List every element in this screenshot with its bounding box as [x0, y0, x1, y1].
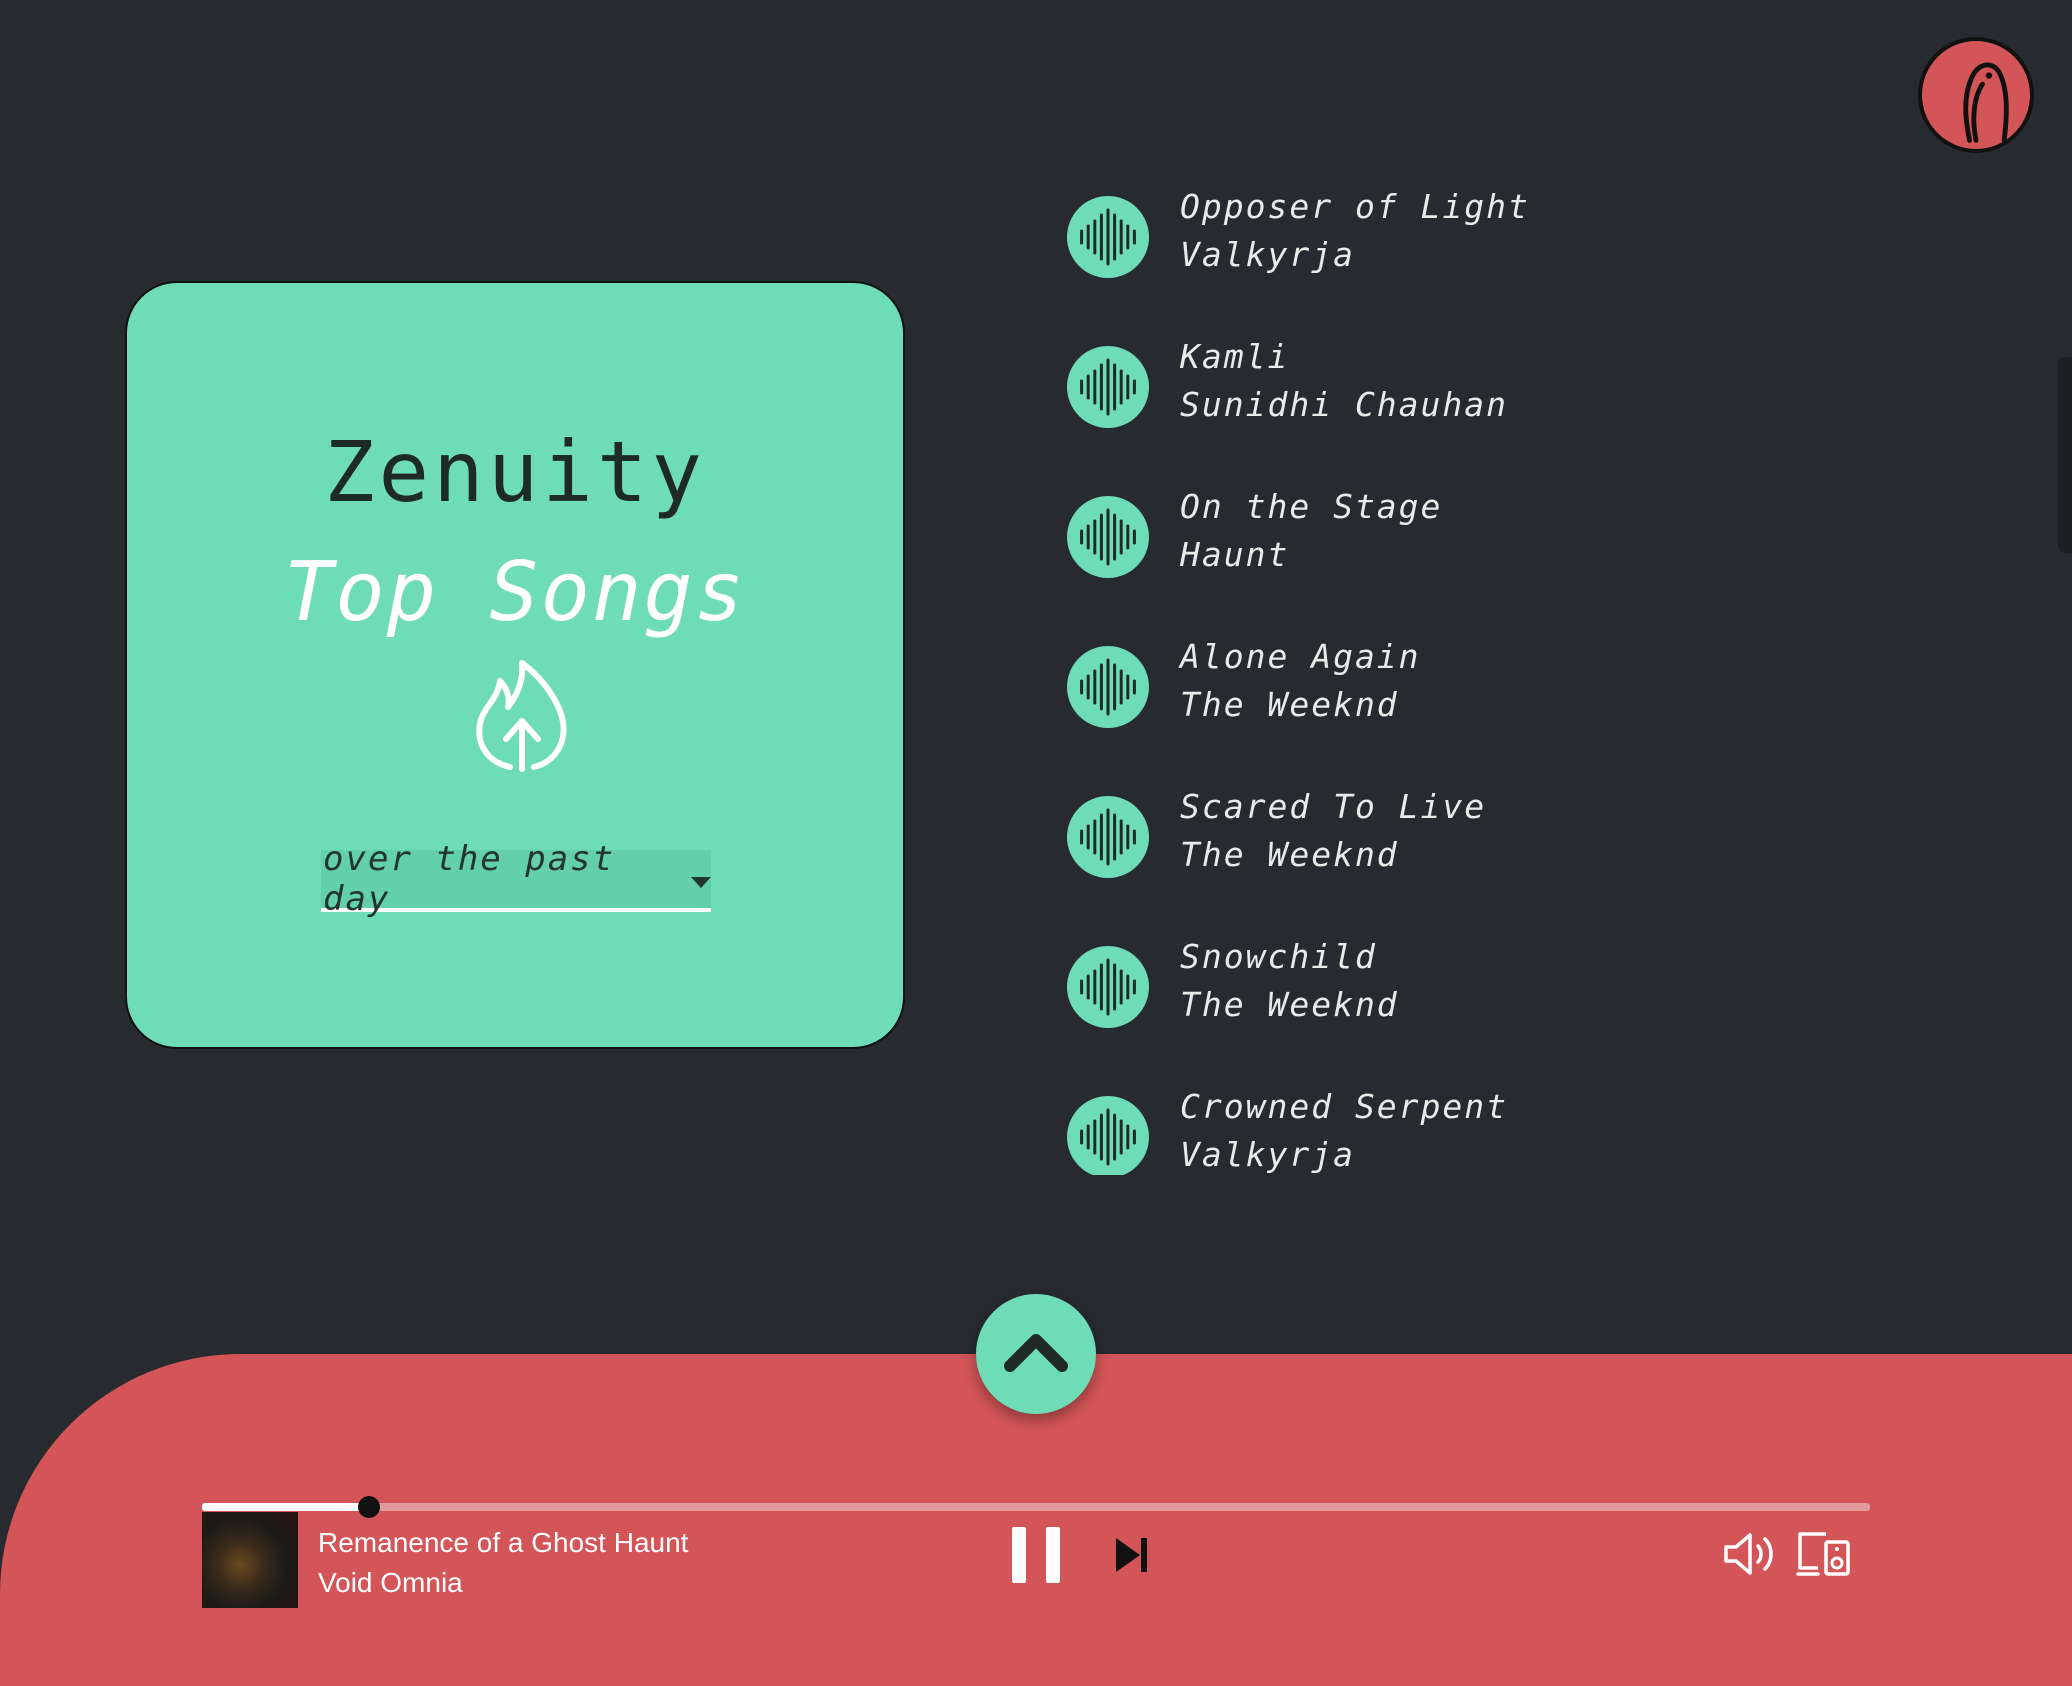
song-artist: The Weeknd: [1180, 685, 1399, 724]
song-title: Alone Again: [1180, 637, 1421, 676]
list-item[interactable]: On the Stage Haunt: [1067, 487, 1767, 613]
page-title: Top Songs: [283, 545, 747, 640]
song-artist: Valkyrja: [1180, 235, 1355, 274]
sound-wave-icon[interactable]: [1067, 1096, 1149, 1175]
song-artist: Sunidhi Chauhan: [1180, 385, 1509, 424]
song-title: Snowchild: [1180, 937, 1377, 976]
song-list[interactable]: Opposer of Light Valkyrja Kamli Sunidhi …: [1067, 193, 1767, 1175]
devices-icon[interactable]: [1796, 1530, 1852, 1578]
sound-wave-graphic: [1080, 658, 1136, 716]
chevron-up-icon: [1004, 1334, 1068, 1372]
sound-wave-graphic: [1080, 358, 1136, 416]
fire-arrow-icon: [476, 660, 567, 772]
skip-next-icon[interactable]: [1114, 1536, 1150, 1574]
sound-wave-graphic: [1080, 958, 1136, 1016]
now-playing-artist: Void Omnia: [318, 1567, 463, 1598]
now-playing-title: Remanence of a Ghost Haunt: [318, 1527, 689, 1558]
sound-wave-icon[interactable]: [1067, 346, 1149, 428]
sound-wave-icon[interactable]: [1067, 196, 1149, 278]
list-item[interactable]: Opposer of Light Valkyrja: [1067, 193, 1767, 313]
song-artist: The Weeknd: [1180, 985, 1399, 1024]
song-artist: Haunt: [1180, 535, 1290, 574]
sound-wave-graphic: [1080, 1108, 1136, 1166]
scrollbar[interactable]: [2058, 357, 2072, 553]
chevron-down-icon: [691, 876, 711, 888]
album-cover: [202, 1512, 298, 1608]
volume-icon[interactable]: [1722, 1530, 1776, 1578]
sound-wave-icon[interactable]: [1067, 496, 1149, 578]
song-title: Kamli: [1180, 337, 1290, 376]
song-title: Crowned Serpent: [1180, 1087, 1509, 1126]
app-logo-text: Zenuity: [323, 423, 706, 521]
expand-player-button[interactable]: [976, 1294, 1096, 1414]
bird-icon: [1963, 62, 2009, 143]
sound-wave-icon[interactable]: [1067, 796, 1149, 878]
list-item[interactable]: Kamli Sunidhi Chauhan: [1067, 337, 1767, 463]
progress-bar[interactable]: [202, 1496, 1870, 1518]
song-title: On the Stage: [1180, 487, 1443, 526]
list-item[interactable]: Alone Again The Weeknd: [1067, 637, 1767, 763]
sound-wave-icon[interactable]: [1067, 646, 1149, 728]
progress-handle[interactable]: [357, 1496, 380, 1518]
sound-wave-graphic: [1080, 808, 1136, 866]
list-item[interactable]: Snowchild The Weeknd: [1067, 937, 1767, 1063]
list-item[interactable]: Crowned Serpent Valkyrja: [1067, 1087, 1767, 1175]
sound-wave-icon[interactable]: [1067, 946, 1149, 1028]
profile-avatar[interactable]: [1918, 37, 2034, 153]
period-select[interactable]: over the past day: [321, 839, 711, 919]
pause-icon[interactable]: [1010, 1527, 1062, 1583]
list-item[interactable]: Scared To Live The Weeknd: [1067, 787, 1767, 913]
top-songs-card: Zenuity Top Songs over the past day: [125, 281, 905, 1049]
period-select-value: over the past day: [323, 839, 616, 919]
song-artist: Valkyrja: [1180, 1135, 1355, 1174]
progress-fill: [202, 1503, 369, 1511]
song-title: Scared To Live: [1180, 787, 1487, 826]
song-artist: The Weeknd: [1180, 835, 1399, 874]
song-title: Opposer of Light: [1180, 193, 1530, 226]
sound-wave-graphic: [1080, 508, 1136, 566]
sound-wave-graphic: [1080, 208, 1136, 266]
